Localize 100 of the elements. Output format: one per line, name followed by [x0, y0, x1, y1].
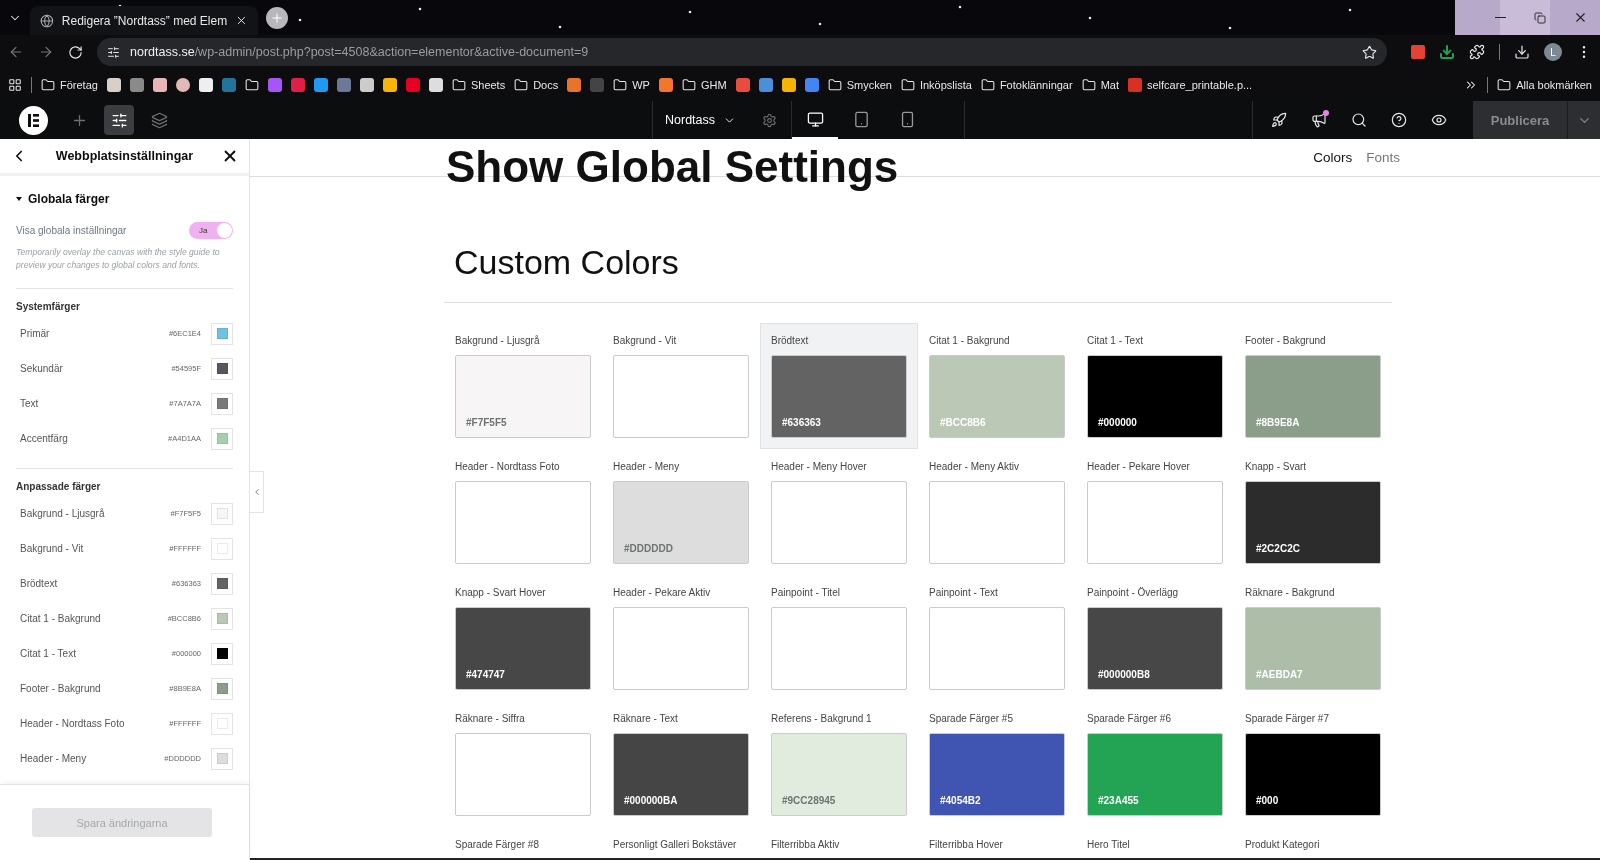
toggle-switch[interactable]: Ja — [189, 222, 233, 239]
color-picker[interactable] — [211, 427, 233, 450]
favicon-icon[interactable] — [758, 78, 773, 92]
bookmark-folder[interactable]: WP — [613, 78, 650, 92]
download-icon[interactable] — [1514, 44, 1530, 60]
color-picker[interactable] — [211, 607, 233, 630]
favicon-icon[interactable] — [106, 78, 121, 92]
color-picker[interactable] — [211, 392, 233, 415]
color-card[interactable]: Header - Nordtass Foto — [444, 449, 602, 575]
site-info-icon[interactable] — [107, 45, 120, 59]
color-picker[interactable] — [211, 677, 233, 700]
url-field[interactable]: nordtass.se/wp-admin/post.php?post=4508&action=elementor&active-document=9 — [97, 38, 1387, 66]
favicon-icon[interactable] — [175, 78, 190, 92]
folder-icon[interactable] — [980, 78, 995, 92]
color-picker[interactable] — [211, 502, 233, 525]
color-card[interactable]: Personligt Galleri Bokstäver — [602, 827, 760, 858]
color-card[interactable]: Filterribba Hover — [918, 827, 1076, 858]
color-card[interactable]: Sparade Färger #8 — [444, 827, 602, 858]
favicon-icon[interactable] — [382, 78, 397, 92]
color-card[interactable]: Header - Pekare Aktiv — [602, 575, 760, 701]
globe-icon — [40, 13, 54, 28]
color-card[interactable]: Painpoint - Titel — [760, 575, 918, 701]
favicon-icon[interactable] — [658, 78, 673, 92]
toolbar-button[interactable] — [104, 105, 134, 135]
forward-icon[interactable] — [38, 44, 54, 60]
bookmark-folder[interactable]: Sheets — [451, 78, 506, 92]
color-card[interactable]: Sparade Färger #6 #23A455 — [1076, 701, 1234, 827]
site-menu-button[interactable]: Nordtass — [653, 101, 749, 139]
color-picker[interactable] — [211, 712, 233, 735]
bookmark-folder[interactable]: Smycken — [827, 78, 892, 92]
color-hex: #F7F5F5 — [466, 417, 507, 428]
color-picker[interactable] — [211, 537, 233, 560]
favicon-icon[interactable] — [198, 78, 213, 92]
folder-icon[interactable] — [451, 78, 466, 92]
bookmark-folder[interactable]: Docs — [514, 78, 559, 92]
color-card[interactable]: Header - Pekare Hover — [1076, 449, 1234, 575]
color-card[interactable]: Header - Meny Aktiv — [918, 449, 1076, 575]
color-card[interactable]: Header - Meny #DDDDDD — [602, 449, 760, 575]
color-card[interactable]: Bakgrund - Vit — [602, 323, 760, 449]
color-card[interactable]: Referens - Bakgrund 1 #9CC28945 — [760, 701, 918, 827]
color-card[interactable]: Sparade Färger #5 #4054B2 — [918, 701, 1076, 827]
favicon-icon[interactable] — [359, 78, 374, 92]
bookmark-folder[interactable]: Alla bokmärken — [1497, 78, 1592, 92]
color-card[interactable]: Brödtext #636363 — [760, 323, 918, 449]
bookmark-star-icon[interactable] — [1362, 44, 1377, 60]
bookmark-link[interactable]: selfcare_printable.p... — [1128, 78, 1253, 92]
profile-avatar[interactable]: L — [1544, 43, 1562, 61]
close-icon[interactable] — [235, 14, 248, 27]
color-card[interactable]: Räknare - Bakgrund #AEBDA7 — [1234, 575, 1392, 701]
color-hex: #4054B2 — [940, 795, 981, 806]
favicon-icon[interactable] — [129, 78, 144, 92]
color-picker[interactable] — [211, 322, 233, 345]
folder-icon[interactable] — [1497, 78, 1512, 92]
bookmark-folder[interactable]: Företag — [41, 78, 98, 92]
color-card[interactable]: Header - Meny Hover — [760, 449, 918, 575]
apps-icon[interactable] — [8, 78, 22, 92]
bookmark-folder[interactable]: GHM — [681, 78, 727, 92]
folder-icon[interactable] — [827, 78, 842, 92]
color-card[interactable]: Citat 1 - Text #000000 — [1076, 323, 1234, 449]
color-card[interactable]: Knapp - Svart #2C2C2C — [1234, 449, 1392, 575]
folder-icon[interactable] — [1081, 78, 1096, 92]
color-picker[interactable] — [211, 357, 233, 380]
folder-icon[interactable] — [900, 78, 915, 92]
color-card[interactable]: Filterribba Aktiv — [760, 827, 918, 858]
color-card[interactable]: Bakgrund - Ljusgrå #F7F5F5 — [444, 323, 602, 449]
logo-icon[interactable] — [19, 105, 48, 135]
folder-icon[interactable] — [613, 78, 628, 92]
color-card[interactable]: Painpoint - Överlägg #000000B8 — [1076, 575, 1234, 701]
favicon-icon[interactable] — [152, 78, 167, 92]
color-card[interactable]: Footer - Bakgrund #8B9E8A — [1234, 323, 1392, 449]
folder-icon[interactable] — [244, 78, 259, 92]
collapse-handle[interactable] — [250, 471, 264, 513]
color-card[interactable]: Citat 1 - Bakgrund #BCC8B6 — [918, 323, 1076, 449]
bookmark-folder[interactable]: Inköpslista — [900, 78, 972, 92]
color-card[interactable]: Painpoint - Text — [918, 575, 1076, 701]
color-picker[interactable] — [211, 642, 233, 665]
color-picker[interactable] — [211, 747, 233, 770]
bookmark-folder[interactable]: Fotoklänningar — [980, 78, 1073, 92]
color-card[interactable]: Räknare - Text #000000BA — [602, 701, 760, 827]
favicon-icon[interactable] — [567, 78, 582, 92]
color-card[interactable]: Knapp - Svart Hover #474747 — [444, 575, 602, 701]
browser-tab[interactable]: Redigera ”Nordtass” med Elem — [30, 6, 258, 35]
color-card[interactable]: Räknare - Siffra — [444, 701, 602, 827]
folder-icon[interactable] — [41, 78, 55, 92]
folder-icon[interactable] — [681, 78, 696, 92]
favicon-icon[interactable] — [313, 78, 328, 92]
tab[interactable]: Colors — [1313, 150, 1353, 165]
color-picker[interactable] — [211, 572, 233, 595]
favicon-icon[interactable] — [781, 78, 796, 92]
tab[interactable]: Fonts — [1366, 150, 1400, 165]
favicon-icon[interactable] — [428, 78, 443, 92]
color-card[interactable]: Hero Titel — [1076, 827, 1234, 858]
color-card[interactable]: Sparade Färger #7 #000 — [1234, 701, 1392, 827]
section-header[interactable]: Globala färger — [16, 192, 110, 206]
folder-icon[interactable] — [514, 78, 529, 92]
extensions-icon[interactable] — [1469, 44, 1485, 60]
reload-icon[interactable] — [68, 44, 83, 60]
bookmark-folder[interactable]: Mat — [1081, 78, 1119, 92]
color-card[interactable]: Produkt Kategori — [1234, 827, 1392, 858]
download-icon[interactable] — [1439, 44, 1455, 60]
